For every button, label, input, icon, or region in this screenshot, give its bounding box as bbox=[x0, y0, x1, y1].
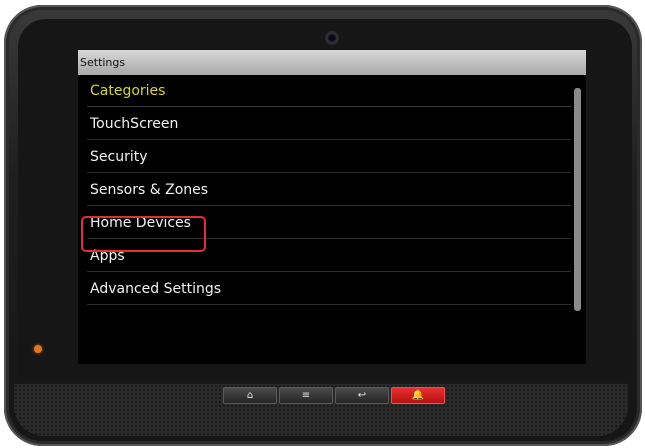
home-button[interactable]: ⌂ bbox=[223, 387, 277, 404]
hardware-button-bar: ⌂ ≡ ↩ 🔔 bbox=[223, 387, 445, 404]
list-item-sensors-zones[interactable]: Sensors & Zones bbox=[87, 174, 571, 206]
list-item-advanced-settings[interactable]: Advanced Settings bbox=[87, 273, 571, 305]
list-item-touchscreen[interactable]: TouchScreen bbox=[87, 108, 571, 140]
emergency-icon: 🔔 bbox=[411, 390, 425, 401]
highlight-box bbox=[81, 216, 206, 252]
status-led bbox=[34, 345, 42, 353]
list-item-security[interactable]: Security bbox=[87, 141, 571, 173]
categories-header: Categories bbox=[87, 75, 571, 107]
home-icon: ⌂ bbox=[246, 390, 254, 401]
back-button[interactable]: ↩ bbox=[335, 387, 389, 404]
screen: Settings Categories TouchScreen Security… bbox=[78, 50, 586, 364]
scrollbar[interactable] bbox=[574, 88, 581, 311]
menu-icon: ≡ bbox=[301, 390, 311, 401]
title-bar: Settings bbox=[78, 50, 586, 75]
menu-button[interactable]: ≡ bbox=[279, 387, 333, 404]
page-title: Settings bbox=[80, 56, 126, 69]
camera-icon bbox=[327, 33, 337, 43]
back-icon: ↩ bbox=[357, 390, 367, 401]
emergency-button[interactable]: 🔔 bbox=[391, 387, 445, 404]
